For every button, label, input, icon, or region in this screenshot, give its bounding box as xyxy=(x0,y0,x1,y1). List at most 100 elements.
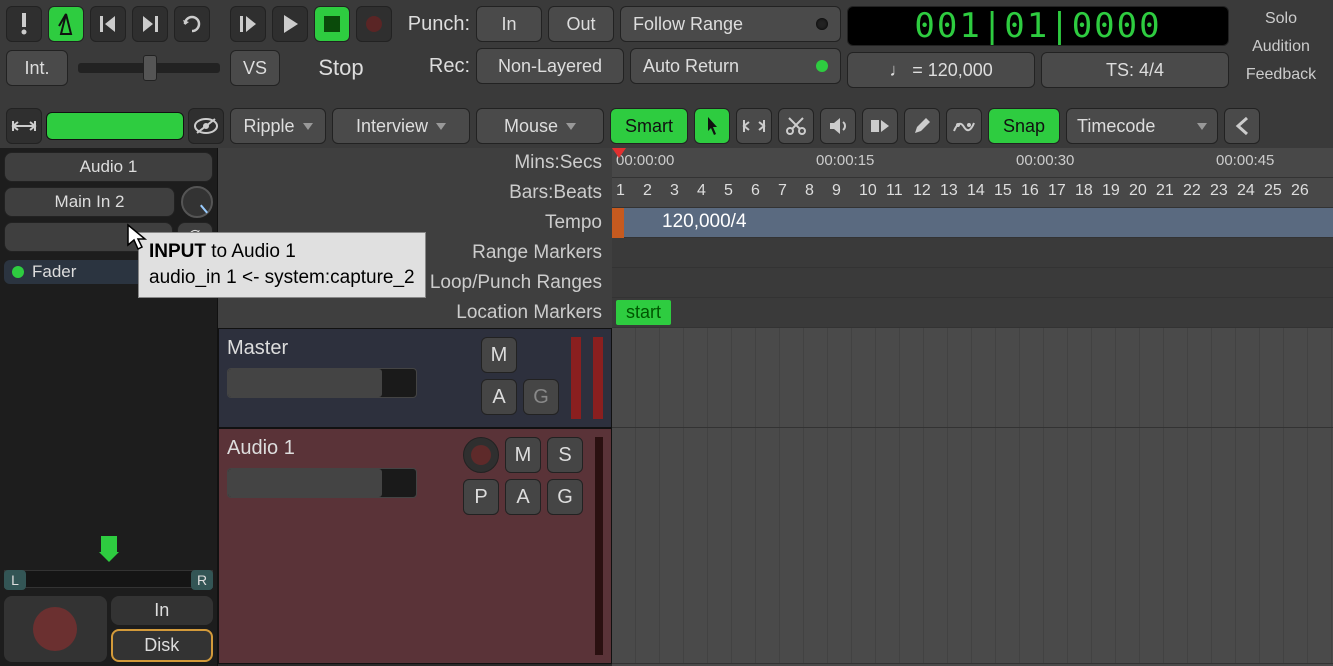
track-name-master[interactable]: Master xyxy=(227,337,473,360)
stretch-tool-button[interactable] xyxy=(862,108,898,144)
audition-indicator[interactable]: Audition xyxy=(1235,34,1327,60)
goto-end-button[interactable] xyxy=(132,6,168,42)
pointer-tool-button[interactable] xyxy=(694,108,730,144)
zoom-overview[interactable] xyxy=(46,112,184,140)
rec-label: Rec: xyxy=(402,55,470,78)
visibility-toggle-button[interactable] xyxy=(188,108,224,144)
audio1-playlist-button[interactable]: P xyxy=(463,479,499,515)
auto-return-label: Auto Return xyxy=(643,56,739,77)
track-name-audio1[interactable]: Audio 1 xyxy=(227,437,455,460)
bar-number: 5 xyxy=(724,182,748,200)
midi-panic-button[interactable] xyxy=(6,6,42,42)
bar-number: 1 xyxy=(616,182,640,200)
bar-number: 25 xyxy=(1264,182,1288,200)
nudge-back-button[interactable] xyxy=(1224,108,1260,144)
sync-source-button[interactable]: Int. xyxy=(6,50,68,86)
record-button[interactable] xyxy=(356,6,392,42)
time-tick: 00:00:45 xyxy=(1216,152,1274,169)
metronome-button[interactable] xyxy=(48,6,84,42)
position-display[interactable]: 001|01|0000 xyxy=(847,6,1229,46)
loop-button[interactable] xyxy=(174,6,210,42)
location-markers-ruler[interactable]: start xyxy=(612,298,1333,328)
timesig-button[interactable]: TS: 4/4 xyxy=(1041,52,1229,88)
master-mute-button[interactable]: M xyxy=(481,337,517,373)
fader-processor[interactable]: Fader xyxy=(4,260,152,284)
content-tool-button[interactable] xyxy=(946,108,982,144)
range-markers-ruler[interactable] xyxy=(612,238,1333,268)
playhead-marker[interactable] xyxy=(612,148,626,158)
track-header-audio1[interactable]: Audio 1 M S P A G xyxy=(218,428,612,664)
master-automation-button[interactable]: A xyxy=(481,379,517,415)
trim-knob[interactable] xyxy=(181,186,213,218)
audio1-record-arm-button[interactable] xyxy=(463,437,499,473)
bar-number: 2 xyxy=(643,182,667,200)
shuttle-slider[interactable] xyxy=(78,63,220,73)
ruler-label-location: Location Markers xyxy=(218,298,602,328)
fader-label: Fader xyxy=(32,262,76,282)
monitor-in-button[interactable]: In xyxy=(111,596,214,625)
punch-label: Punch: xyxy=(402,13,470,36)
transport-state-label: Stop xyxy=(286,55,396,81)
session-type-select[interactable]: Interview xyxy=(332,108,470,144)
edit-mode-select[interactable]: Ripple xyxy=(230,108,326,144)
audio1-fader[interactable] xyxy=(227,468,417,498)
bar-number: 20 xyxy=(1129,182,1153,200)
punch-in-button[interactable]: In xyxy=(476,6,542,42)
punch-out-button[interactable]: Out xyxy=(548,6,614,42)
tempo-marker-icon[interactable] xyxy=(612,208,624,238)
pan-slider[interactable]: L R xyxy=(4,570,213,588)
bar-number: 14 xyxy=(967,182,991,200)
time-ruler[interactable]: 00:00:0000:00:1500:00:3000:00:45 xyxy=(612,148,1333,178)
cut-tool-button[interactable] xyxy=(778,108,814,144)
draw-tool-button[interactable] xyxy=(904,108,940,144)
auto-return-button[interactable]: Auto Return xyxy=(630,48,841,84)
input-select-button[interactable]: Main In 2 xyxy=(4,187,175,217)
follow-range-label: Follow Range xyxy=(633,14,743,35)
track-name-button[interactable]: Audio 1 xyxy=(4,152,213,182)
grid-units-select[interactable]: Timecode xyxy=(1066,108,1218,144)
master-fader[interactable] xyxy=(227,368,417,398)
smart-mode-button[interactable]: Smart xyxy=(610,108,688,144)
follow-range-button[interactable]: Follow Range xyxy=(620,6,841,42)
solo-indicator[interactable]: Solo xyxy=(1235,6,1327,32)
master-group-button[interactable]: G xyxy=(523,379,559,415)
bar-number: 3 xyxy=(670,182,694,200)
master-meter xyxy=(571,337,581,419)
audition-tool-button[interactable] xyxy=(820,108,856,144)
track-header-master[interactable]: Master M A G xyxy=(218,328,612,428)
snap-button[interactable]: Snap xyxy=(988,108,1060,144)
tempo-button[interactable]: ♩ = 120,000 xyxy=(847,52,1035,88)
feedback-indicator[interactable]: Feedback xyxy=(1235,62,1327,88)
stop-button[interactable] xyxy=(314,6,350,42)
bar-number: 9 xyxy=(832,182,856,200)
pan-knob-area[interactable] xyxy=(4,536,213,562)
loop-punch-ruler[interactable] xyxy=(612,268,1333,298)
mouse-mode-select[interactable]: Mouse xyxy=(476,108,604,144)
track-lane-master[interactable] xyxy=(612,328,1333,428)
bar-number: 8 xyxy=(805,182,829,200)
input-tooltip: INPUT to Audio 1 audio_in 1 <- system:ca… xyxy=(138,232,426,298)
record-enable-big-button[interactable] xyxy=(4,596,107,662)
zoom-full-button[interactable] xyxy=(6,108,42,144)
tempo-ruler[interactable]: 120,000/4 xyxy=(612,208,1333,238)
bar-number: 16 xyxy=(1021,182,1045,200)
range-tool-button[interactable] xyxy=(736,108,772,144)
bars-ruler[interactable]: 1234567891011121314151617181920212223242… xyxy=(612,178,1333,208)
play-range-button[interactable] xyxy=(230,6,266,42)
bar-number: 19 xyxy=(1102,182,1126,200)
audio1-solo-button[interactable]: S xyxy=(547,437,583,473)
goto-start-button[interactable] xyxy=(90,6,126,42)
play-button[interactable] xyxy=(272,6,308,42)
audio1-group-button[interactable]: G xyxy=(547,479,583,515)
rec-mode-button[interactable]: Non-Layered xyxy=(476,48,624,84)
start-location-marker[interactable]: start xyxy=(616,300,671,325)
track-lane-audio1[interactable] xyxy=(612,428,1333,664)
bar-number: 23 xyxy=(1210,182,1234,200)
varispeed-button[interactable]: VS xyxy=(230,50,280,86)
monitor-disk-button[interactable]: Disk xyxy=(111,629,214,662)
time-tick: 00:00:15 xyxy=(816,152,874,169)
fader-active-indicator xyxy=(12,266,24,278)
audio1-mute-button[interactable]: M xyxy=(505,437,541,473)
pan-right-label: R xyxy=(191,570,213,590)
audio1-automation-button[interactable]: A xyxy=(505,479,541,515)
